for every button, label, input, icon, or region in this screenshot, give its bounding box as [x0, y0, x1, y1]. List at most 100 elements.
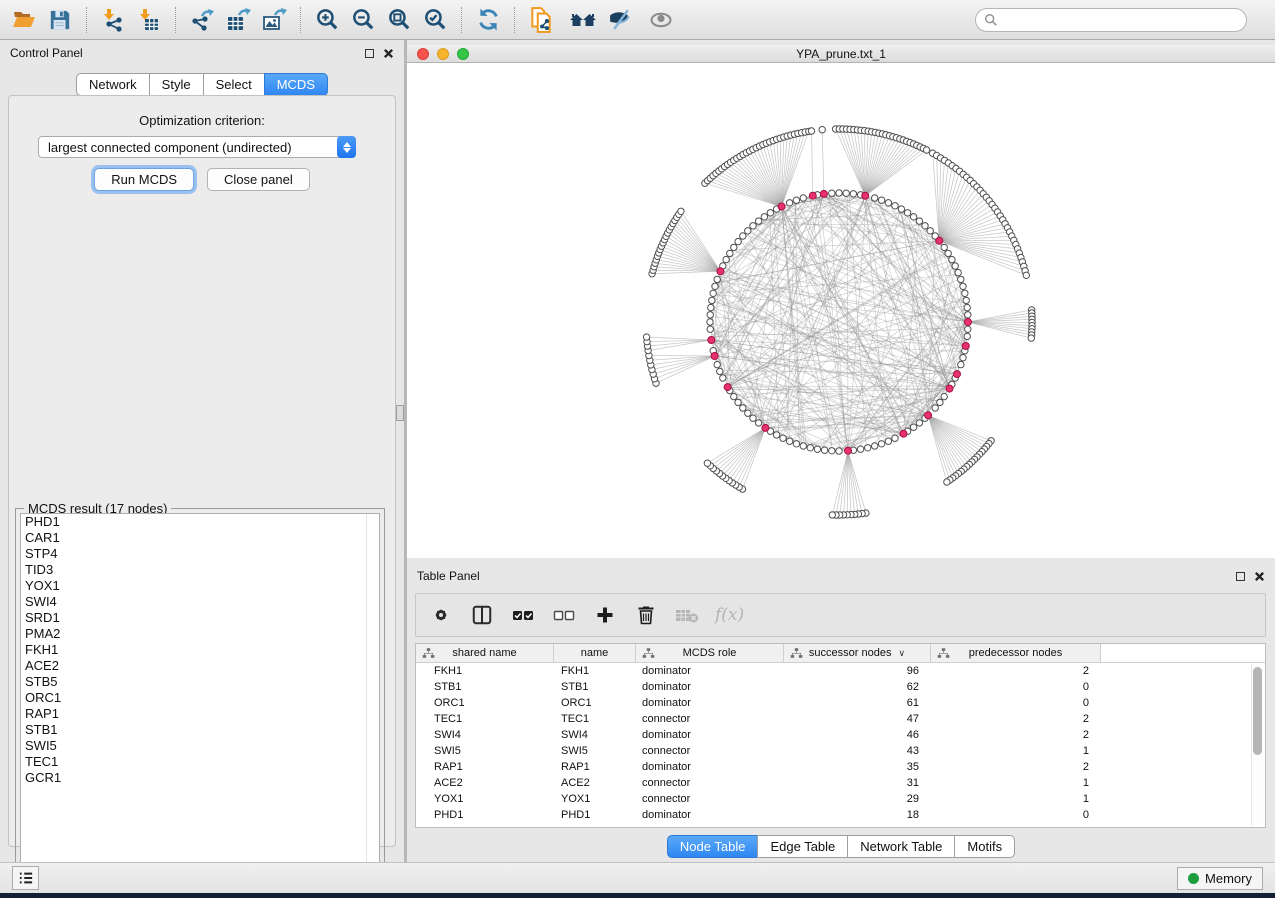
cell-predecessors[interactable]: 2 [931, 713, 1101, 725]
graph-node[interactable] [829, 190, 835, 196]
export-image-button[interactable] [259, 4, 289, 36]
graph-node[interactable] [731, 393, 737, 399]
close-icon[interactable] [1254, 571, 1265, 582]
graph-node[interactable] [786, 438, 792, 444]
table-row[interactable]: YOX1YOX1connector291 [416, 791, 1265, 807]
graph-node[interactable] [843, 190, 849, 196]
cell-role[interactable]: connector [636, 713, 784, 725]
cell-successors[interactable]: 46 [784, 729, 931, 741]
tab-mcds[interactable]: MCDS [264, 73, 328, 96]
column-header-predecessor-nodes[interactable]: predecessor nodes [931, 644, 1101, 662]
cell-name[interactable]: TEC1 [554, 713, 636, 725]
graph-node-mcds[interactable] [845, 447, 852, 454]
graph-node-mcds[interactable] [962, 343, 969, 350]
graph-node[interactable] [944, 479, 950, 485]
graph-node[interactable] [898, 206, 904, 212]
optimization-criterion-select[interactable]: largest connected component (undirected) [38, 136, 356, 158]
delete-table-button[interactable] [674, 602, 700, 628]
export-table-button[interactable] [223, 4, 253, 36]
tab-network-table[interactable]: Network Table [847, 835, 955, 858]
graph-node[interactable] [960, 283, 966, 289]
cell-shared[interactable]: PHD1 [416, 809, 554, 821]
graph-node[interactable] [720, 375, 726, 381]
table-row[interactable]: STB1STB1dominator620 [416, 679, 1265, 695]
graph-node-mcds[interactable] [925, 412, 932, 419]
cell-successors[interactable]: 62 [784, 681, 931, 693]
tab-edge-table[interactable]: Edge Table [757, 835, 848, 858]
cell-name[interactable]: FKH1 [554, 665, 636, 677]
table-row[interactable]: ACE2ACE2connector311 [416, 775, 1265, 791]
cell-name[interactable]: SWI4 [554, 729, 636, 741]
table-row[interactable]: PHD1PHD1dominator180 [416, 807, 1265, 823]
function-builder-button[interactable]: f(x) [715, 605, 744, 625]
list-item[interactable]: GCR1 [21, 770, 379, 786]
graph-node[interactable] [1028, 335, 1034, 341]
graph-node[interactable] [814, 446, 820, 452]
graph-node[interactable] [761, 214, 767, 220]
cell-successors[interactable]: 61 [784, 697, 931, 709]
search-field[interactable] [975, 8, 1247, 32]
search-input[interactable] [1003, 10, 1246, 30]
graph-node[interactable] [723, 256, 729, 262]
list-item[interactable]: SRD1 [21, 610, 379, 626]
graph-node[interactable] [949, 256, 955, 262]
graph-node[interactable] [708, 304, 714, 310]
list-item[interactable]: PMA2 [21, 626, 379, 642]
graph-node[interactable] [735, 399, 741, 405]
cell-successors[interactable]: 29 [784, 793, 931, 805]
graph-node-mcds[interactable] [717, 268, 724, 275]
graph-node[interactable] [923, 147, 929, 153]
graph-node[interactable] [892, 203, 898, 209]
graph-node[interactable] [878, 197, 884, 203]
list-item[interactable]: STB1 [21, 722, 379, 738]
graph-node[interactable] [865, 445, 871, 451]
clone-network-button[interactable] [526, 4, 556, 36]
graph-node-mcds[interactable] [954, 371, 961, 378]
cell-predecessors[interactable]: 2 [931, 665, 1101, 677]
graph-node[interactable] [735, 238, 741, 244]
graph-node[interactable] [717, 368, 723, 374]
graph-node-mcds[interactable] [820, 190, 827, 197]
graph-node[interactable] [712, 283, 718, 289]
cell-name[interactable]: RAP1 [554, 761, 636, 773]
show-all-button[interactable] [646, 4, 676, 36]
graph-node[interactable] [955, 269, 961, 275]
cell-name[interactable]: STB1 [554, 681, 636, 693]
graph-node[interactable] [958, 361, 964, 367]
tab-network[interactable]: Network [76, 73, 150, 96]
graph-node[interactable] [857, 446, 863, 452]
cell-role[interactable]: dominator [636, 697, 784, 709]
close-panel-button[interactable]: Close panel [207, 168, 310, 191]
graph-node[interactable] [829, 512, 835, 518]
cell-predecessors[interactable]: 2 [931, 761, 1101, 773]
graph-node[interactable] [922, 223, 928, 229]
table-row[interactable]: SWI4SWI4dominator462 [416, 727, 1265, 743]
cell-shared[interactable]: FKH1 [416, 665, 554, 677]
graph-node[interactable] [941, 393, 947, 399]
graph-node[interactable] [836, 190, 842, 196]
list-item[interactable]: CAR1 [21, 530, 379, 546]
cell-successors[interactable]: 96 [784, 665, 931, 677]
cell-predecessors[interactable]: 0 [931, 809, 1101, 821]
list-item[interactable]: ORC1 [21, 690, 379, 706]
cell-shared[interactable]: ACE2 [416, 777, 554, 789]
cell-predecessors[interactable]: 0 [931, 697, 1101, 709]
graph-node-mcds[interactable] [762, 424, 769, 431]
cell-successors[interactable]: 31 [784, 777, 931, 789]
graph-node[interactable] [885, 200, 891, 206]
tab-select[interactable]: Select [203, 73, 265, 96]
cell-successors[interactable]: 47 [784, 713, 931, 725]
graph-node[interactable] [745, 410, 751, 416]
splitter-handle[interactable] [396, 405, 404, 421]
cell-shared[interactable]: STB1 [416, 681, 554, 693]
graph-node[interactable] [960, 355, 966, 361]
table-row[interactable]: TEC1TEC1connector472 [416, 711, 1265, 727]
first-neighbors-button[interactable] [568, 4, 598, 36]
graph-node[interactable] [704, 460, 710, 466]
graph-node[interactable] [800, 443, 806, 449]
tab-style[interactable]: Style [149, 73, 204, 96]
graph-node[interactable] [878, 441, 884, 447]
cell-shared[interactable]: SWI4 [416, 729, 554, 741]
graph-node[interactable] [941, 244, 947, 250]
panel-list-button[interactable] [12, 866, 39, 890]
